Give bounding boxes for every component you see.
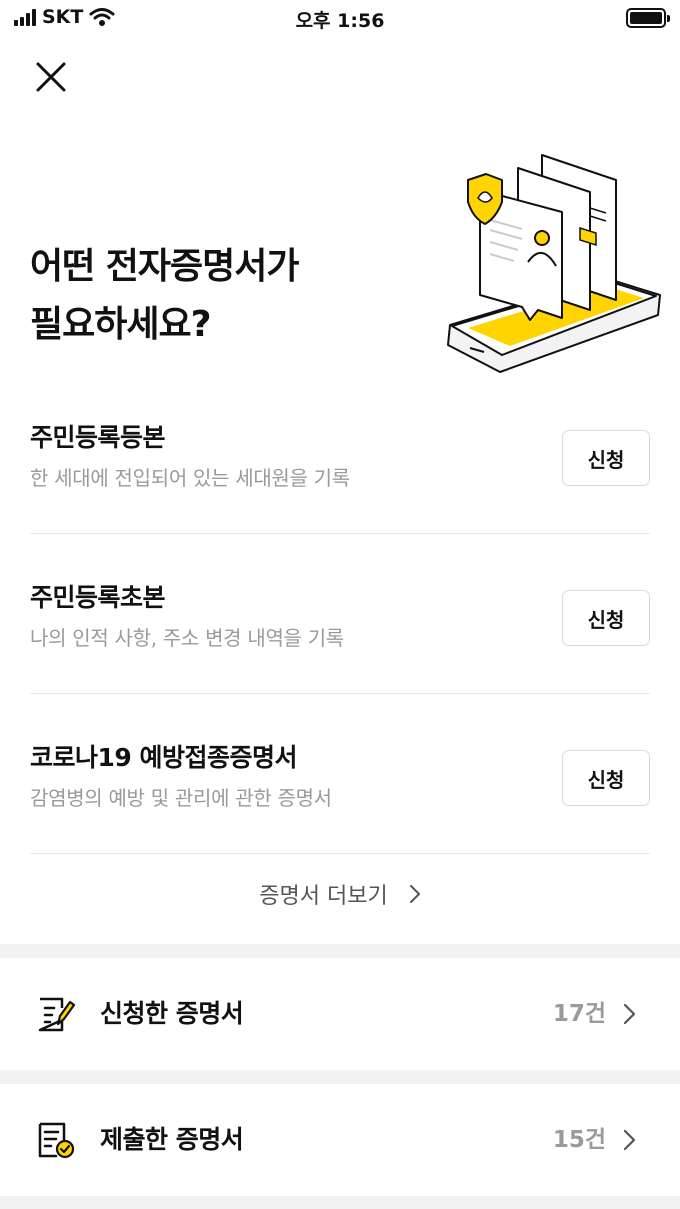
more-label: 증명서 더보기 (259, 884, 388, 909)
submitted-label: 제출한 증명서 (100, 1125, 244, 1154)
apply-button[interactable]: 신청 (562, 430, 650, 486)
headline-rest: 가 (266, 246, 299, 287)
cert-description: 나의 인적 사항, 주소 변경 내역을 기록 (30, 626, 344, 650)
cert-item-resident-abstract: 주민등록초본 나의 인적 사항, 주소 변경 내역을 기록 신청 (30, 578, 650, 694)
applied-count: 17건 (552, 1001, 606, 1027)
cert-title: 주민등록등본 (30, 423, 166, 452)
chevron-right-icon (409, 885, 420, 903)
submitted-certificates-row[interactable]: 제출한 증명서 15건 (0, 1084, 680, 1196)
section-divider (0, 1070, 680, 1084)
certificate-phone-illustration (447, 154, 661, 373)
status-bar: SKT 오후 1:56 (0, 0, 680, 40)
chevron-right-icon (623, 1129, 636, 1151)
page-title: 어떤 전자증명서가 필요하세요? (30, 238, 300, 354)
section-divider (0, 1196, 680, 1209)
headline-line2: 필요하세요? (30, 304, 211, 345)
applied-label: 신청한 증명서 (100, 999, 244, 1028)
edit-document-icon (38, 997, 76, 1032)
check-document-icon (38, 1122, 75, 1159)
submitted-count: 15건 (552, 1127, 606, 1153)
applied-certificates-row[interactable]: 신청한 증명서 17건 (0, 958, 680, 1070)
chevron-right-icon (623, 1003, 636, 1025)
cert-title: 주민등록초본 (30, 583, 166, 612)
close-icon[interactable] (32, 58, 70, 96)
cert-item-covid-vaccination: 코로나19 예방접종증명서 감염병의 예방 및 관리에 관한 증명서 신청 (30, 738, 650, 854)
cert-title: 코로나19 예방접종증명서 (30, 743, 298, 772)
battery-icon (626, 8, 670, 28)
cert-description: 한 세대에 전입되어 있는 세대원을 기록 (30, 466, 350, 490)
status-time: 오후 1:56 (295, 10, 385, 32)
more-certificates-link[interactable]: 증명서 더보기 (0, 878, 680, 910)
headline-highlight: 어떤 전자증명서 (30, 238, 267, 296)
cert-description: 감염병의 예방 및 관리에 관한 증명서 (30, 786, 332, 810)
section-divider (0, 944, 680, 958)
apply-button[interactable]: 신청 (562, 590, 650, 646)
apply-button[interactable]: 신청 (562, 750, 650, 806)
cert-item-resident-copy: 주민등록등본 한 세대에 전입되어 있는 세대원을 기록 신청 (30, 418, 650, 534)
